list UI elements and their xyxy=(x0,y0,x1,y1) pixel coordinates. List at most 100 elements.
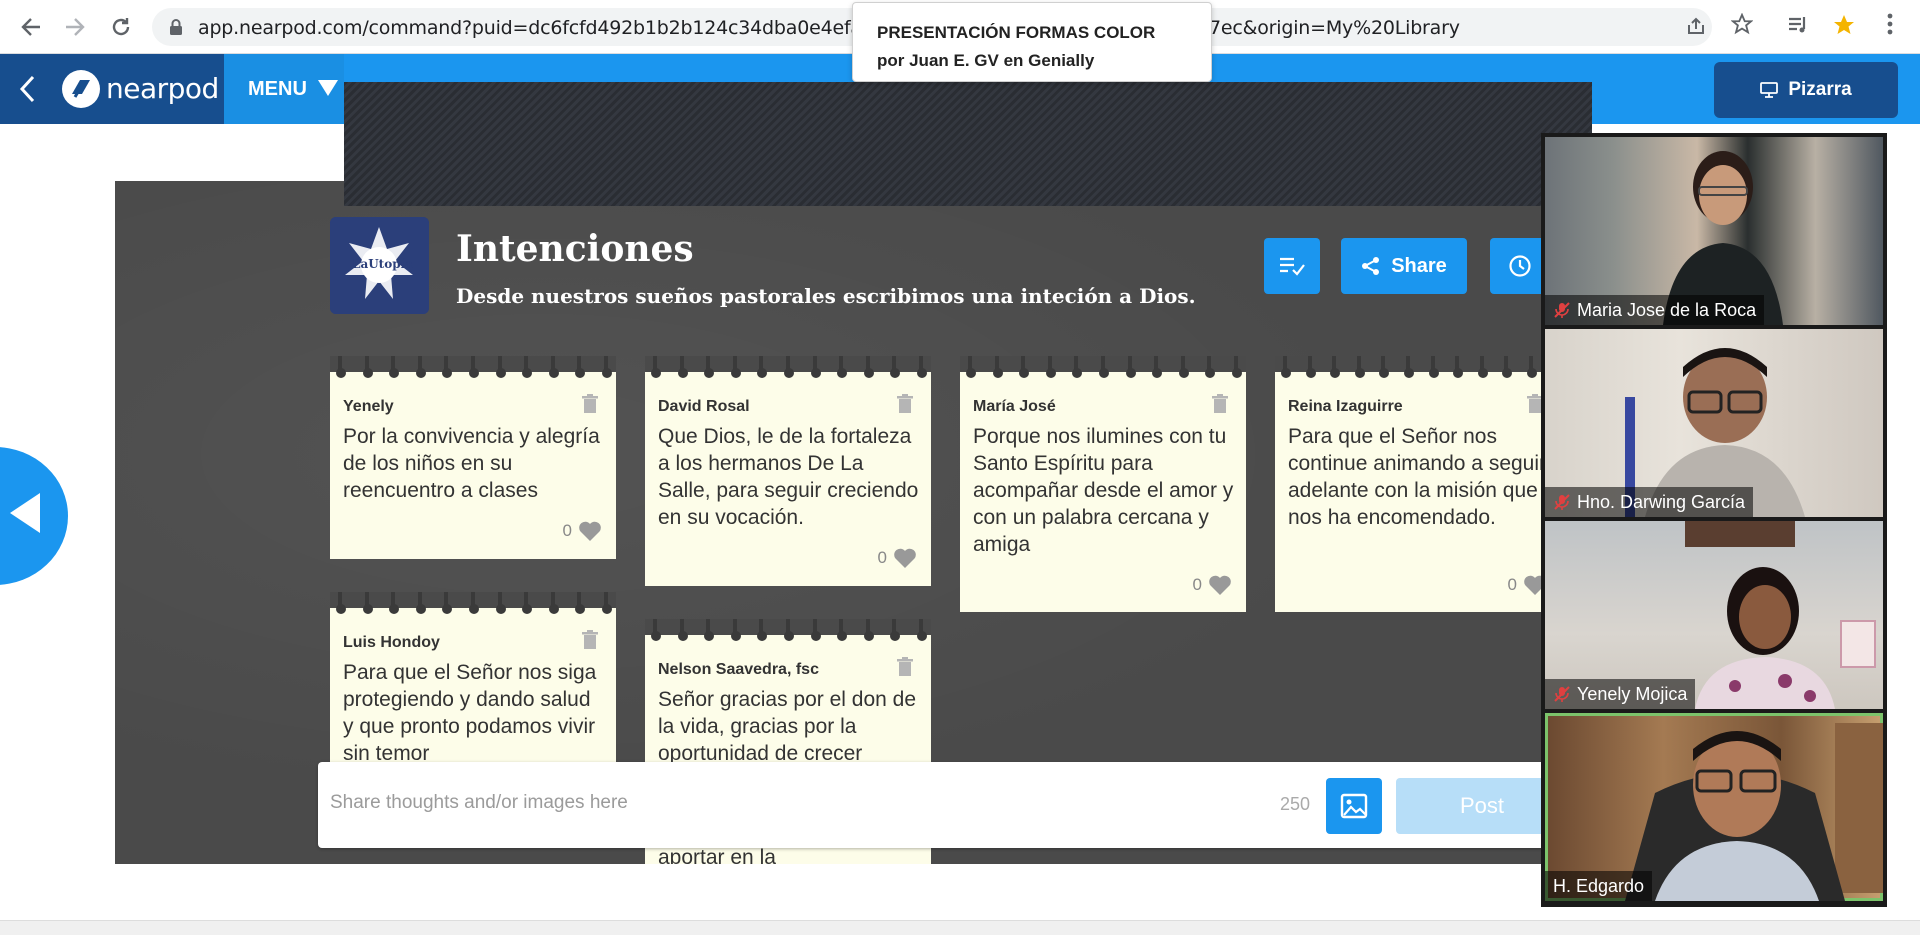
menu-label: MENU xyxy=(248,78,307,100)
spiral-ring xyxy=(863,356,876,380)
spiral-ring xyxy=(415,356,428,380)
note-text: Por la convivencia y alegría de los niño… xyxy=(343,425,600,502)
spiral-ring xyxy=(548,356,561,380)
menu-button[interactable]: MENU xyxy=(224,54,344,124)
post-label: Post xyxy=(1459,793,1505,818)
share-icon xyxy=(1362,257,1380,275)
previous-slide-button[interactable] xyxy=(0,447,68,585)
spiral-ring xyxy=(548,592,561,616)
spiral-ring xyxy=(469,356,481,380)
muted-mic-icon xyxy=(1554,302,1570,318)
spiral-ring xyxy=(495,592,508,616)
trash-icon[interactable] xyxy=(1527,394,1541,414)
spiral-ring xyxy=(992,356,1005,380)
like-control[interactable]: 0 xyxy=(1193,573,1232,597)
board-logo-text: LaUtopía xyxy=(352,257,413,271)
spiral-ring xyxy=(1379,356,1391,380)
reload-icon[interactable] xyxy=(104,10,138,44)
note-author: Reina Izaguirre xyxy=(1288,398,1403,415)
note-card[interactable]: Reina Izaguirre Para que el Señor nos co… xyxy=(1275,356,1541,612)
back-chevron-icon[interactable] xyxy=(18,74,36,109)
note-rings xyxy=(1275,356,1541,382)
participant-name-tag: Maria Jose de la Roca xyxy=(1545,295,1765,325)
spiral-ring xyxy=(704,356,716,380)
whiteboard-icon xyxy=(1760,82,1779,98)
pizarra-button[interactable]: Pizarra xyxy=(1714,62,1898,118)
spiral-ring xyxy=(1125,356,1138,380)
image-icon xyxy=(1340,793,1368,819)
media-queue-icon[interactable] xyxy=(1784,13,1812,41)
participant-name: Yenely Mojica xyxy=(1577,683,1688,704)
share-page-icon[interactable] xyxy=(1684,16,1708,40)
note-card[interactable]: Luis Hondoy Para que el Señor nos siga p… xyxy=(330,592,616,764)
spiral-ring xyxy=(651,619,663,643)
like-control[interactable]: 0 xyxy=(878,546,917,570)
spiral-ring xyxy=(651,356,663,380)
spiral-ring xyxy=(863,619,876,643)
spiral-ring xyxy=(1178,356,1191,380)
heart-icon xyxy=(1524,575,1541,595)
add-image-button[interactable] xyxy=(1326,778,1382,834)
participant-tile-active-speaker[interactable]: H. Edgardo xyxy=(1545,713,1883,901)
spiral-ring xyxy=(602,356,614,380)
board-title: Intenciones xyxy=(456,228,694,270)
participant-name: H. Edgardo xyxy=(1553,875,1645,896)
participant-tile[interactable]: Maria Jose de la Roca xyxy=(1545,137,1883,325)
lock-icon xyxy=(170,19,182,35)
note-text: Que Dios, le de la fortaleza a los herma… xyxy=(658,425,919,529)
participant-name-tag: Hno. Darwing García xyxy=(1545,487,1754,517)
forward-icon[interactable] xyxy=(58,10,92,44)
browser-menu-icon[interactable] xyxy=(1876,13,1904,41)
post-input-placeholder[interactable]: Share thoughts and/or images here xyxy=(330,792,628,814)
heart-icon xyxy=(1209,575,1231,595)
note-author: Yenely xyxy=(343,398,394,415)
note-author: David Rosal xyxy=(658,398,750,415)
muted-mic-icon xyxy=(1554,494,1570,510)
participant-tile[interactable]: Hno. Darwing García xyxy=(1545,329,1883,517)
participant-tile[interactable]: Yenely Mojica xyxy=(1545,521,1883,709)
spiral-ring xyxy=(1453,356,1465,380)
spiral-ring xyxy=(362,356,375,380)
spiral-ring xyxy=(837,356,849,380)
note-card[interactable]: Yenely Por la convivencia y alegría de l… xyxy=(330,356,616,559)
bookmark-star-icon[interactable] xyxy=(1728,12,1756,41)
character-count: 250 xyxy=(1280,794,1311,814)
like-control[interactable]: 0 xyxy=(1508,573,1541,597)
spiral-ring xyxy=(757,356,769,380)
spiral-ring xyxy=(1477,356,1490,380)
spiral-ring xyxy=(810,356,823,380)
spiral-ring xyxy=(890,619,902,643)
trash-icon[interactable] xyxy=(582,630,598,650)
trash-icon[interactable] xyxy=(897,657,913,677)
list-check-icon xyxy=(1280,257,1305,276)
note-text: Señor gracias por el don de la vida, gra… xyxy=(658,688,916,765)
url-text: app.nearpod.com/command?puid=dc6fcfd492b… xyxy=(198,17,905,39)
share-button[interactable]: Share xyxy=(1341,238,1467,294)
clock-icon xyxy=(1509,255,1531,277)
board-subtitle: Desde nuestros sueños pastorales escribi… xyxy=(456,284,1196,308)
spiral-ring xyxy=(469,592,481,616)
nearpod-brand-area: nearpod xyxy=(0,54,224,124)
spiral-ring xyxy=(1428,356,1441,380)
spiral-ring xyxy=(389,356,401,380)
trash-icon[interactable] xyxy=(582,394,598,414)
board-logo: LaUtopía xyxy=(330,217,429,314)
note-text: Porque nos ilumines con tu Santo Espírit… xyxy=(973,425,1234,556)
spiral-ring xyxy=(1502,356,1514,380)
spiral-ring xyxy=(1205,356,1217,380)
spiral-ring xyxy=(784,356,796,380)
spiral-ring xyxy=(575,592,587,616)
spiral-ring xyxy=(677,619,690,643)
extension-star-icon[interactable] xyxy=(1830,13,1858,41)
trash-icon[interactable] xyxy=(897,394,913,414)
spiral-ring xyxy=(837,619,849,643)
trash-icon[interactable] xyxy=(1212,394,1228,414)
back-icon[interactable] xyxy=(14,10,48,44)
pizarra-label: Pizarra xyxy=(1788,79,1852,100)
note-card[interactable]: María José Porque nos ilumines con tu Sa… xyxy=(960,356,1246,612)
like-control[interactable]: 0 xyxy=(563,519,602,543)
post-composer[interactable]: Share thoughts and/or images here 250 Po… xyxy=(318,762,1568,848)
moderate-button[interactable] xyxy=(1264,238,1320,294)
spiral-ring xyxy=(810,619,823,643)
note-card[interactable]: David Rosal Que Dios, le de la fortaleza… xyxy=(645,356,931,586)
